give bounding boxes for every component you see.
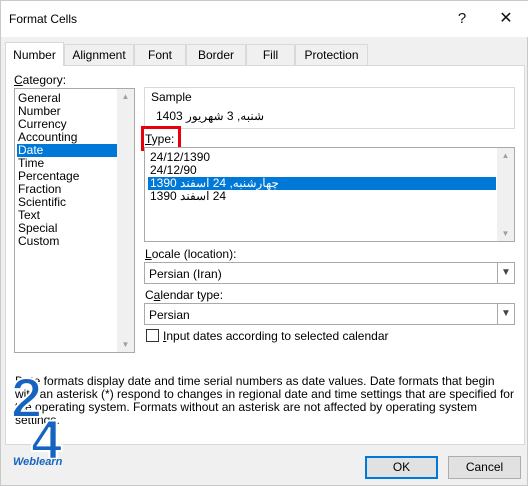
help-button[interactable]: ? <box>449 7 475 31</box>
type-item[interactable]: 24/12/1390 <box>148 151 496 164</box>
category-label: Category: <box>14 73 67 87</box>
calendar-dropdown[interactable]: Persian ▼ <box>144 303 515 325</box>
weblearn-logo: 2 4 <box>10 365 63 469</box>
scroll-up-icon[interactable]: ▲ <box>497 151 514 160</box>
type-scrollbar[interactable]: ▲ ▼ <box>497 148 514 241</box>
sample-value: شنبه, 3 شهریور 1403 <box>156 109 265 123</box>
tab-number[interactable]: Number <box>5 42 64 66</box>
type-list[interactable]: 24/12/1390 24/12/90 چهارشنبه, 24 اسفند 1… <box>144 147 515 242</box>
format-description: Date formats display date and time seria… <box>15 374 514 427</box>
format-cells-dialog: Format Cells ? ✕ Number Alignment Font B… <box>0 0 528 486</box>
chevron-down-icon[interactable]: ▼ <box>497 263 514 283</box>
tab-protection[interactable]: Protection <box>295 44 368 65</box>
tab-alignment[interactable]: Alignment <box>64 44 134 65</box>
input-dates-checkbox[interactable] <box>146 329 159 342</box>
category-item-custom[interactable]: Custom <box>17 235 118 248</box>
ok-button[interactable]: OK <box>365 456 438 479</box>
locale-label: Locale (location): <box>145 247 237 261</box>
tab-fill[interactable]: Fill <box>246 44 295 65</box>
scroll-up-icon[interactable]: ▲ <box>117 92 134 101</box>
calendar-label: Calendar type: <box>145 288 224 302</box>
scroll-down-icon[interactable]: ▼ <box>117 340 134 349</box>
sample-label: Sample <box>151 90 192 104</box>
title-bar: Format Cells ? ✕ <box>1 1 528 37</box>
chevron-down-icon[interactable]: ▼ <box>497 304 514 324</box>
input-dates-label[interactable]: Input dates according to selected calend… <box>163 329 389 343</box>
tab-font[interactable]: Font <box>134 44 186 65</box>
calendar-value: Persian <box>149 308 190 322</box>
logo-wordmark: Weblearn <box>13 456 63 468</box>
type-item[interactable]: 24 اسفند 1390 <box>148 190 496 203</box>
cancel-button[interactable]: Cancel <box>448 456 521 479</box>
tab-border[interactable]: Border <box>186 44 246 65</box>
locale-dropdown[interactable]: Persian (Iran) ▼ <box>144 262 515 284</box>
category-list[interactable]: General Number Currency Accounting Date … <box>14 88 135 353</box>
dialog-title: Format Cells <box>9 12 78 26</box>
scroll-down-icon[interactable]: ▼ <box>497 229 514 238</box>
close-button[interactable]: ✕ <box>493 7 519 31</box>
category-scrollbar[interactable]: ▲ ▼ <box>117 89 134 352</box>
locale-value: Persian (Iran) <box>149 267 222 281</box>
